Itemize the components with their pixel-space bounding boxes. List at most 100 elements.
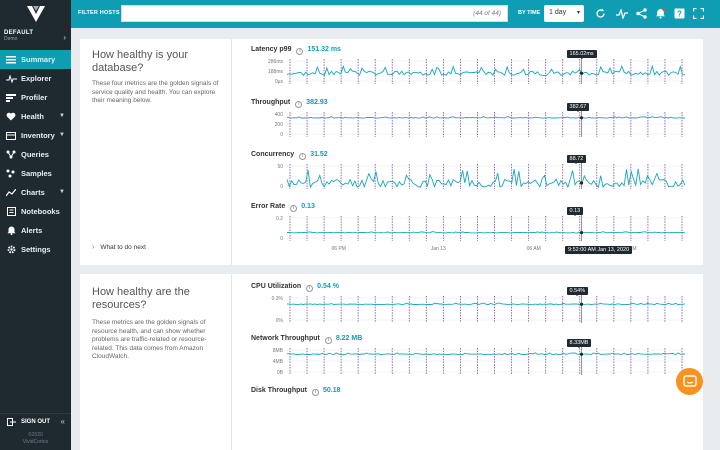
sidebar-item-samples[interactable]: Samples — [0, 164, 71, 183]
hover-point — [579, 181, 584, 185]
share-button[interactable] — [634, 6, 649, 21]
environment-sub: Demo — [4, 36, 18, 42]
database-health-description: These four metrics are the golden signal… — [92, 80, 219, 104]
network-metric-header[interactable]: Network Throughput i 8.22 MB — [251, 335, 362, 344]
latency-metric-header[interactable]: Latency p99 i 151.32 ms — [251, 46, 341, 55]
sidebar-item-alerts[interactable]: Alerts — [0, 221, 71, 240]
sign-out-icon — [5, 417, 17, 427]
sidebar-item-notebooks[interactable]: Notebooks — [0, 202, 71, 221]
hover-point — [579, 302, 584, 306]
resources-health-description: These metrics are the golden signals of … — [92, 319, 207, 360]
info-icon[interactable]: i — [312, 389, 319, 396]
value-tooltip: 0.13 — [566, 207, 584, 216]
vividcortex-logo[interactable] — [0, 0, 71, 28]
y-tick-label: 200 — [275, 122, 284, 128]
sidebar-nav: Summary Explorer Profiler Health ▼ Inven… — [0, 50, 71, 259]
chevron-down-icon: ▾ — [576, 10, 580, 16]
collapse-sidebar-icon[interactable]: « — [61, 417, 65, 426]
panel-divider — [231, 39, 232, 265]
metric-value: 8.22 MB — [335, 335, 363, 342]
sidebar-item-label: Settings — [21, 245, 51, 254]
footer-text: ©2020 VividCortex — [0, 429, 71, 450]
notifications-button[interactable] — [653, 6, 668, 21]
resources-health-panel: How healthy are the resources? These met… — [80, 274, 703, 450]
info-icon[interactable]: i — [306, 285, 314, 292]
y-tick-label: 0B — [277, 370, 284, 376]
info-icon[interactable]: i — [295, 101, 303, 108]
notebook-icon — [5, 207, 17, 217]
refresh-button[interactable] — [593, 6, 608, 21]
hover-point — [579, 116, 584, 120]
pulse-button[interactable] — [614, 6, 629, 21]
sidebar-item-label: Charts — [21, 188, 45, 197]
footer-copyright: ©2020 — [28, 432, 43, 438]
info-icon[interactable]: i — [296, 48, 304, 55]
sidebar-item-explorer[interactable]: Explorer — [0, 69, 71, 88]
help-button[interactable]: ? — [672, 6, 687, 21]
info-icon[interactable]: i — [299, 153, 307, 160]
sign-out-button[interactable]: SIGN OUT « — [0, 413, 71, 429]
expand-icon — [693, 8, 704, 19]
fullscreen-button[interactable] — [691, 6, 706, 21]
error-rate-metric-header[interactable]: Error Rate i 0.13 — [251, 203, 315, 212]
metric-value: 50.18 — [323, 387, 341, 394]
chart-icon — [5, 188, 17, 198]
y-tick-label: 286ms — [268, 59, 284, 65]
cpu-chart[interactable]: 0.3% 0% — [251, 295, 689, 325]
sidebar-item-health[interactable]: Health ▼ — [0, 107, 71, 126]
concurrency-metric-header[interactable]: Concurrency i 31.52 — [251, 151, 328, 160]
metric-name: Error Rate — [251, 203, 286, 210]
metric-value: 0.54 % — [317, 283, 339, 290]
by-time-label: BY TIME — [518, 10, 541, 16]
concurrency-chart[interactable]: 50 0 — [251, 163, 689, 191]
sidebar-item-summary[interactable]: Summary — [0, 50, 71, 69]
chevron-right-icon: › — [92, 244, 95, 251]
y-tick-label: 0% — [276, 318, 284, 324]
sidebar-item-settings[interactable]: Settings — [0, 240, 71, 259]
value-tooltip: 165.02ms — [566, 50, 597, 59]
sidebar-item-label: Health — [21, 112, 44, 121]
info-icon[interactable]: i — [324, 337, 332, 344]
pulse-icon — [5, 74, 17, 84]
y-tick-label: 0.3% — [272, 296, 284, 302]
time-range-select[interactable]: 1 day ▾ — [544, 5, 584, 22]
sidebar-footer: SIGN OUT « ©2020 VividCortex — [0, 413, 71, 450]
metric-name: Disk Throughput — [251, 387, 307, 394]
series-line — [286, 231, 686, 234]
filter-hosts-input[interactable]: (44 of 44) — [121, 5, 508, 22]
sidebar-item-label: Summary — [21, 55, 56, 64]
list-icon — [5, 55, 17, 65]
sidebar-item-profiler[interactable]: Profiler — [0, 88, 71, 107]
bell-icon — [5, 226, 17, 236]
environment-selector[interactable]: DEFAULT Demo › — [0, 30, 71, 48]
y-tick-label: 8MB — [273, 348, 284, 354]
chat-button[interactable] — [676, 368, 703, 395]
host-count: (44 of 44) — [473, 10, 501, 17]
value-tooltip: 88.72 — [566, 155, 587, 164]
latency-chart[interactable]: 286ms 188ms 0μs — [251, 58, 689, 86]
disk-metric-header[interactable]: Disk Throughput i 50.18 — [251, 387, 341, 396]
y-tick-label: 50 — [277, 164, 283, 170]
what-to-do-next-link[interactable]: › What to do next — [92, 244, 146, 251]
series-line — [286, 116, 685, 119]
hover-point — [579, 231, 584, 235]
series-line — [287, 352, 686, 356]
cpu-metric-header[interactable]: CPU Utilization i 0.54 % — [251, 283, 339, 292]
network-chart[interactable]: 8MB 4MB 0B — [251, 347, 689, 377]
sidebar-item-label: Alerts — [21, 226, 43, 235]
sidebar-item-inventory[interactable]: Inventory ▼ — [0, 126, 71, 145]
database-health-title: How healthy is your database? — [92, 49, 188, 74]
chevron-down-icon: ▼ — [59, 189, 65, 195]
sidebar-item-queries[interactable]: Queries — [0, 145, 71, 164]
throughput-chart[interactable]: 400 200 0 — [251, 111, 689, 139]
logo-icon — [26, 6, 45, 22]
share-icon — [636, 8, 647, 19]
metric-value: 151.32 ms — [307, 46, 341, 53]
database-health-panel: How healthy is your database? These four… — [80, 39, 703, 265]
value-tooltip: 8.33MB — [566, 339, 592, 348]
throughput-metric-header[interactable]: Throughput i 382.93 — [251, 99, 328, 108]
y-tick-label: 0.2 — [276, 216, 283, 222]
bell-icon — [656, 8, 666, 19]
info-icon[interactable]: i — [290, 205, 298, 212]
sidebar-item-charts[interactable]: Charts ▼ — [0, 183, 71, 202]
